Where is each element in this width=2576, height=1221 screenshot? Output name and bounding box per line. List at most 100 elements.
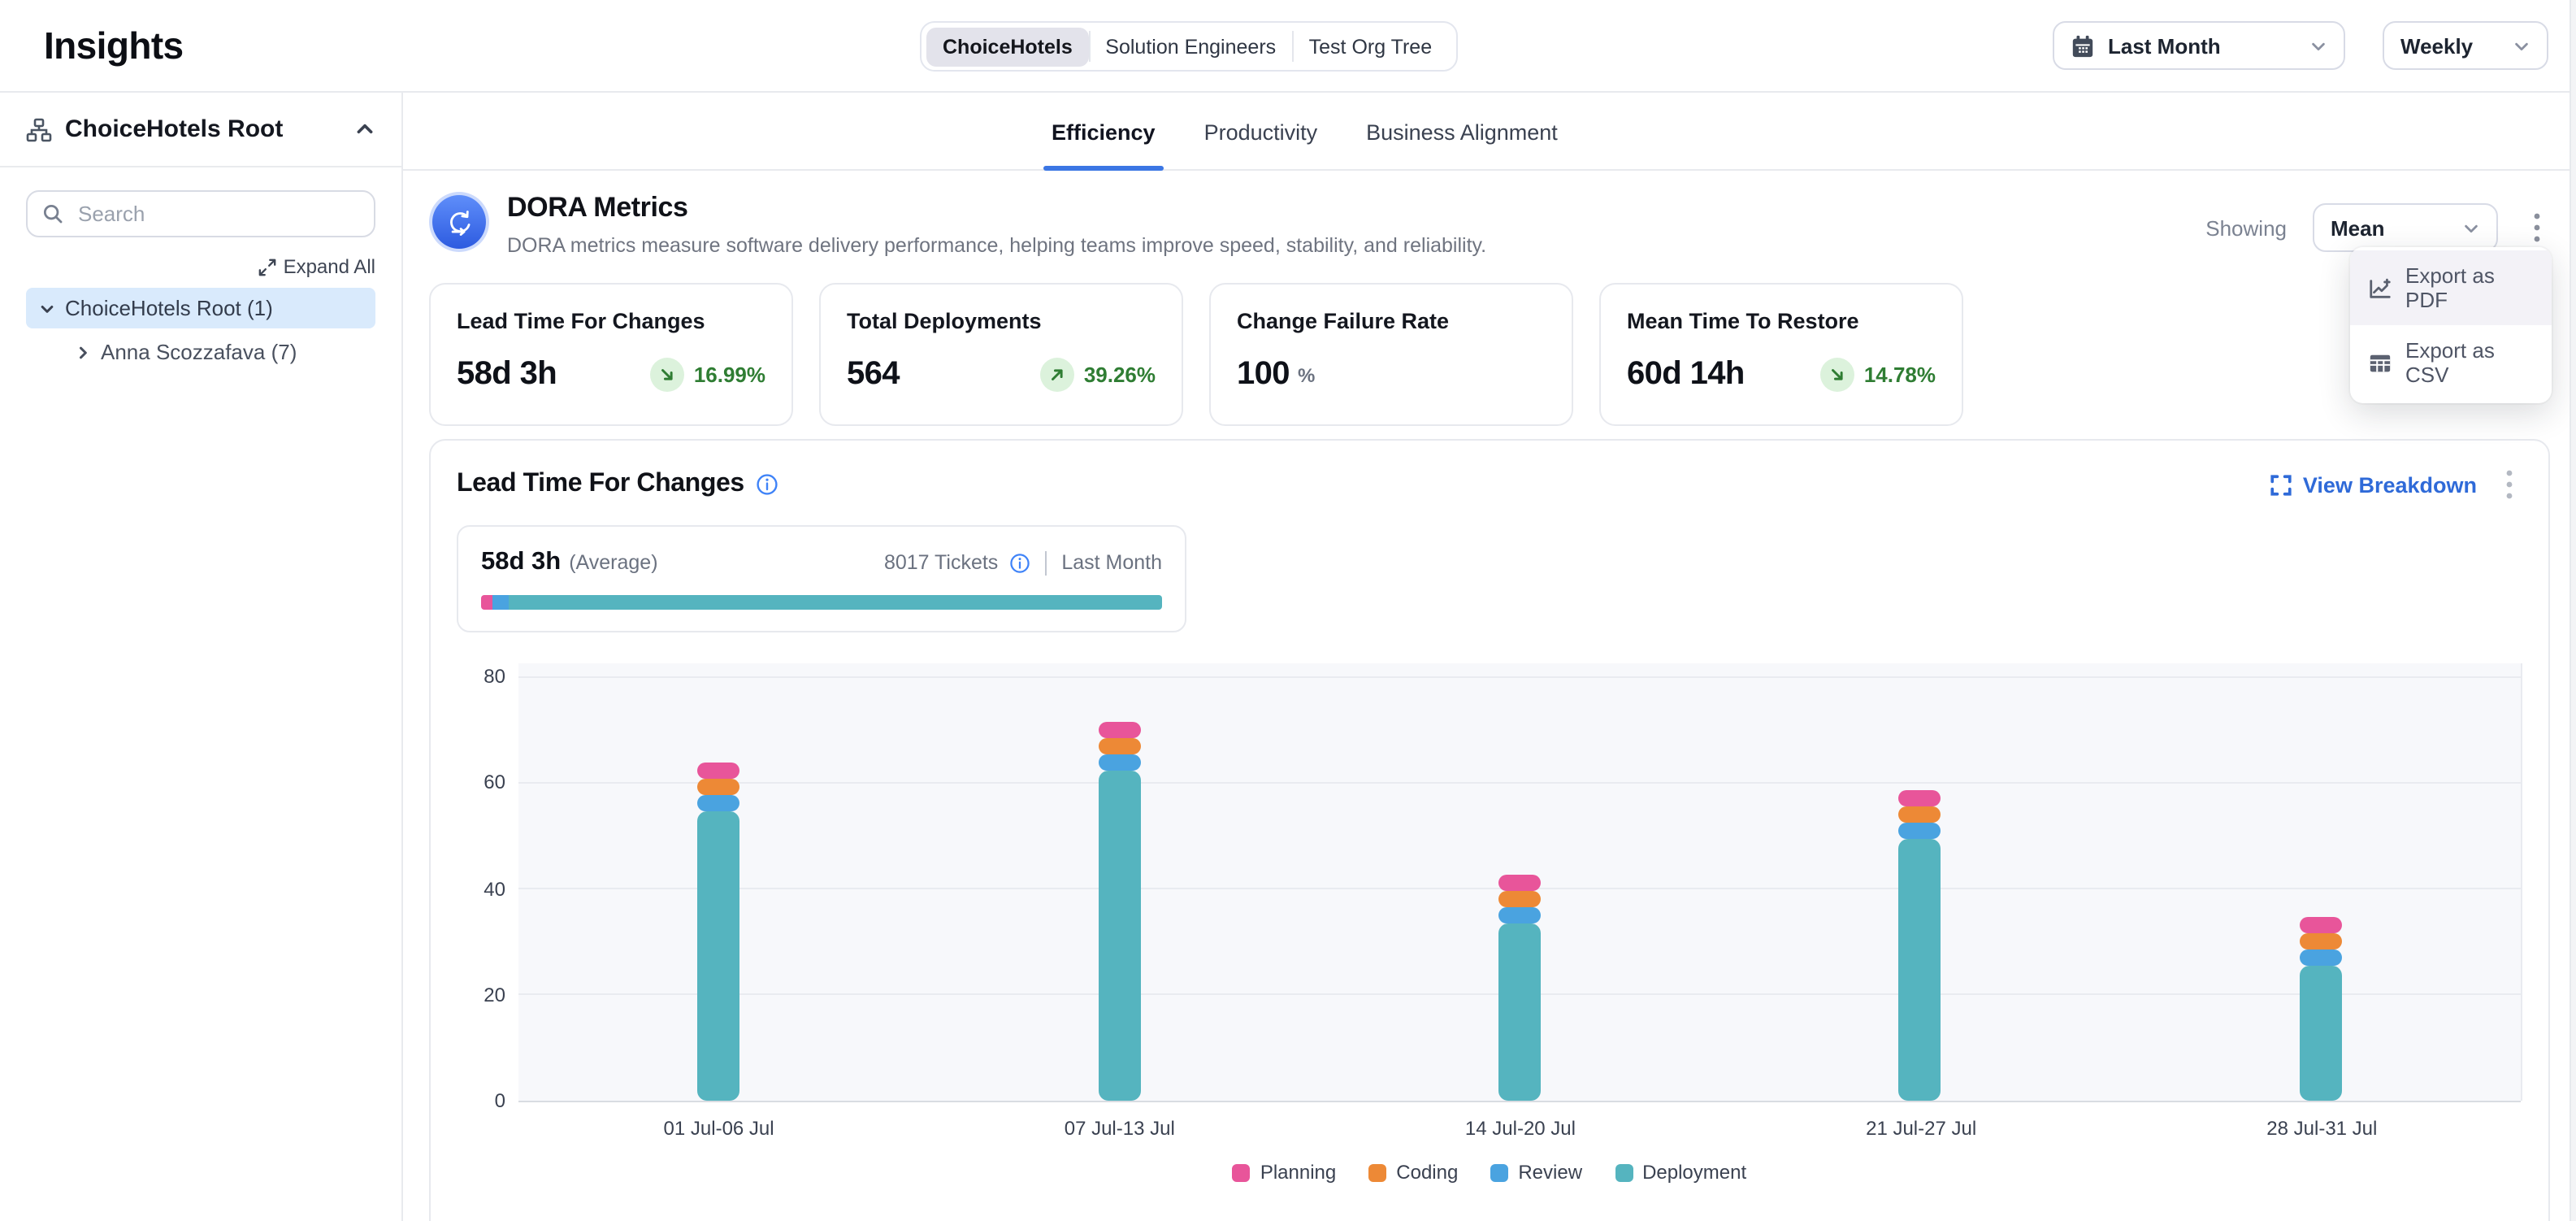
- export-csv-menu-item[interactable]: Export as CSV: [2350, 325, 2552, 400]
- tree-item-label: ChoiceHotels Root (1): [65, 296, 273, 320]
- card-lead-time-for-changes: Lead Time For Changes 58d 3h 16.99%: [429, 283, 793, 426]
- lead-time-chart-card: Lead Time For Changes View Breakdown: [429, 439, 2550, 1221]
- search-icon: [42, 203, 63, 224]
- trend-down-icon: [650, 358, 684, 392]
- tab-efficiency[interactable]: Efficiency: [1052, 93, 1156, 171]
- legend-swatch: [1490, 1163, 1508, 1181]
- bar-segment-review: [1098, 754, 1140, 771]
- export-pdf-label: Export as PDF: [2405, 263, 2534, 312]
- tab-productivity[interactable]: Productivity: [1204, 93, 1318, 171]
- expand-all-button[interactable]: Expand All: [259, 255, 375, 278]
- chevron-down-icon: [2309, 37, 2327, 54]
- card-change-failure-rate: Change Failure Rate 100 %: [1209, 283, 1573, 426]
- card-mean-time-to-restore: Mean Time To Restore 60d 14h 14.78%: [1599, 283, 1963, 426]
- phase-progress-bar: [481, 595, 1162, 610]
- trend-up-icon: [1040, 358, 1074, 392]
- sidebar-root-title: ChoiceHotels Root: [65, 115, 341, 143]
- bar-chart-plot: [518, 663, 2522, 1101]
- trend-pct: 39.26%: [1084, 363, 1156, 387]
- info-icon[interactable]: [1009, 552, 1030, 573]
- bar-segment-coding: [1498, 891, 1541, 907]
- legend-item-coding: Coding: [1368, 1161, 1458, 1184]
- dora-description: DORA metrics measure software delivery p…: [507, 234, 1486, 257]
- card-unit: %: [1298, 363, 1315, 386]
- bar-segment-planning: [1899, 791, 1941, 807]
- y-tick-label: 40: [484, 877, 505, 900]
- dora-kebab-menu-icon[interactable]: [2524, 210, 2550, 246]
- card-value: 58d 3h: [457, 356, 557, 393]
- legend-label: Review: [1518, 1161, 1582, 1184]
- legend-label: Planning: [1260, 1161, 1336, 1184]
- x-tick-label: 14 Jul-20 Jul: [1320, 1117, 1720, 1140]
- info-icon[interactable]: [756, 473, 778, 496]
- chevron-right-icon: [75, 344, 91, 360]
- org-tab-choicehotels[interactable]: ChoiceHotels: [926, 27, 1089, 66]
- collapse-sidebar-icon[interactable]: [354, 119, 375, 140]
- granularity-select-value: Weekly: [2400, 33, 2473, 58]
- aggregation-select[interactable]: Mean: [2313, 203, 2498, 252]
- search-box: [26, 190, 375, 237]
- table-icon: [2368, 350, 2392, 375]
- search-input[interactable]: [75, 200, 359, 228]
- chevron-down-icon: [39, 300, 55, 316]
- card-total-deployments: Total Deployments 564 39.26%: [819, 283, 1183, 426]
- org-tab-solution-engineers[interactable]: Solution Engineers: [1089, 27, 1292, 66]
- org-tree: ChoiceHotels Root (1) Anna Scozzafava (7…: [0, 288, 401, 372]
- granularity-select[interactable]: Weekly: [2383, 21, 2548, 70]
- summary-qualifier: (Average): [569, 551, 657, 574]
- scrollbar[interactable]: [2569, 0, 2576, 1221]
- stacked-bar-2[interactable]: [1098, 722, 1140, 1101]
- dora-metrics-icon: [429, 192, 489, 252]
- bar-segment-deployment: [697, 811, 739, 1101]
- bar-segment-deployment: [1498, 923, 1541, 1101]
- card-title: Total Deployments: [847, 309, 1156, 333]
- x-tick-label: 01 Jul-06 Jul: [518, 1117, 919, 1140]
- legend-item-review: Review: [1490, 1161, 1582, 1184]
- stacked-bar-4[interactable]: [1899, 791, 1941, 1101]
- chart-summary-card: 58d 3h (Average) 8017 Tickets Last Month: [457, 525, 1186, 632]
- metric-cards: Lead Time For Changes 58d 3h 16.99%: [429, 283, 2550, 426]
- bar-segment-deployment: [1899, 840, 1941, 1101]
- bar-slot: [518, 663, 919, 1101]
- bar-segment-review: [1899, 823, 1941, 840]
- chevron-down-icon: [2462, 219, 2480, 237]
- card-title: Mean Time To Restore: [1627, 309, 1936, 333]
- legend-label: Deployment: [1642, 1161, 1746, 1184]
- tree-item-anna-scozzafava[interactable]: Anna Scozzafava (7): [26, 332, 375, 372]
- bar-segment-coding: [697, 779, 739, 795]
- bar-segment-review: [1498, 907, 1541, 923]
- legend-item-planning: Planning: [1233, 1161, 1336, 1184]
- stacked-bar-5[interactable]: [2300, 918, 2342, 1101]
- trend-pct: 14.78%: [1864, 363, 1936, 387]
- showing-label: Showing: [2205, 215, 2287, 240]
- trend-down-icon: [1820, 358, 1854, 392]
- bar-slot: [2120, 663, 2521, 1101]
- bar-segment-coding: [1098, 738, 1140, 754]
- legend-label: Coding: [1396, 1161, 1458, 1184]
- x-tick-label: 28 Jul-31 Jul: [2122, 1117, 2522, 1140]
- trend-badge: 16.99%: [650, 358, 765, 392]
- export-pdf-menu-item[interactable]: Export as PDF: [2350, 250, 2552, 325]
- trend-badge: 14.78%: [1820, 358, 1936, 392]
- view-breakdown-button[interactable]: View Breakdown: [2270, 472, 2477, 497]
- period-select[interactable]: Last Month: [2053, 21, 2345, 70]
- stacked-bar-3[interactable]: [1498, 875, 1541, 1101]
- progress-segment-deployment: [508, 595, 1161, 610]
- calendar-icon: [2071, 33, 2095, 58]
- tree-item-choicehotels-root[interactable]: ChoiceHotels Root (1): [26, 288, 375, 328]
- bar-chart: 020406080: [457, 663, 2522, 1101]
- card-value: 60d 14h: [1627, 356, 1745, 393]
- stacked-bar-1[interactable]: [697, 763, 739, 1101]
- dora-controls: Showing Mean: [2205, 184, 2550, 252]
- legend-swatch: [1368, 1163, 1386, 1181]
- bar-segment-deployment: [2300, 967, 2342, 1101]
- chart-kebab-menu-icon[interactable]: [2496, 467, 2522, 502]
- export-csv-label: Export as CSV: [2405, 338, 2534, 387]
- tab-business-alignment[interactable]: Business Alignment: [1366, 93, 1558, 171]
- y-tick-label: 20: [484, 984, 505, 1006]
- bar-slot: [1720, 663, 2120, 1101]
- org-tab-test-org-tree[interactable]: Test Org Tree: [1293, 27, 1451, 66]
- tree-item-label: Anna Scozzafava (7): [101, 340, 297, 364]
- export-menu: Export as PDF Export as CSV: [2350, 247, 2552, 403]
- legend-swatch: [1615, 1163, 1633, 1181]
